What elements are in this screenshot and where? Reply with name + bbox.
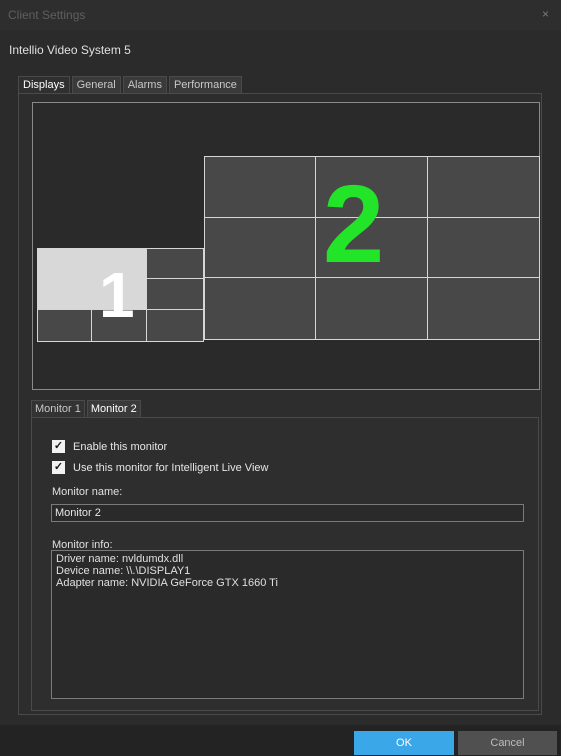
ok-button[interactable]: OK bbox=[354, 731, 454, 755]
tab-alarms[interactable]: Alarms bbox=[122, 76, 167, 93]
tab-monitor-2[interactable]: Monitor 2 bbox=[86, 400, 141, 417]
cancel-button[interactable]: Cancel bbox=[458, 731, 557, 755]
monitor-2-cell bbox=[315, 217, 429, 279]
settings-tabs: Displays General Alarms Performance bbox=[18, 76, 244, 94]
monitor-2-cell bbox=[315, 156, 429, 219]
enable-monitor-checkbox[interactable]: ✓ bbox=[52, 440, 65, 453]
monitor-tabs: Monitor 1 Monitor 2 bbox=[31, 400, 143, 418]
adapter-name-line: Adapter name: NVIDIA GeForce GTX 1660 Ti bbox=[56, 577, 278, 589]
display-arrangement: 1 2 bbox=[32, 102, 540, 390]
monitor-1-cell bbox=[146, 278, 204, 311]
monitor-1-cell bbox=[146, 248, 204, 280]
monitor-name-label: Monitor name: bbox=[52, 486, 123, 498]
monitor-2-cell bbox=[427, 217, 540, 279]
tab-displays[interactable]: Displays bbox=[18, 76, 70, 94]
tab-monitor-1[interactable]: Monitor 1 bbox=[31, 400, 85, 417]
live-view-label: Use this monitor for Intelligent Live Vi… bbox=[73, 461, 269, 474]
live-view-option[interactable]: ✓ Use this monitor for Intelligent Live … bbox=[52, 461, 268, 474]
monitor-2-cell bbox=[427, 156, 540, 219]
monitor-2-cell bbox=[204, 156, 317, 219]
driver-name-line: Driver name: nvldumdx.dll bbox=[56, 553, 184, 565]
monitor-1-cell bbox=[91, 309, 148, 342]
monitor-2-cell bbox=[204, 277, 317, 340]
monitor-info-box[interactable]: Driver name: nvldumdx.dll Device name: \… bbox=[51, 550, 524, 699]
monitor-1-bottom-row bbox=[37, 309, 148, 342]
monitor-2-cell bbox=[204, 217, 317, 279]
monitor-2-cell bbox=[315, 277, 429, 340]
enable-monitor-label: Enable this monitor bbox=[73, 440, 168, 453]
monitor-settings-panel: ✓ Enable this monitor ✓ Use this monitor… bbox=[31, 417, 539, 711]
monitor-2-preview[interactable] bbox=[204, 156, 540, 340]
monitor-1-cell bbox=[146, 309, 204, 342]
monitor-2-cell bbox=[427, 277, 540, 340]
window-title: Client Settings bbox=[8, 8, 86, 22]
monitor-1-cell bbox=[37, 309, 93, 342]
device-name-line: Device name: \\.\DISPLAY1 bbox=[56, 565, 191, 577]
monitor-1-large-cell bbox=[37, 248, 148, 311]
live-view-checkbox[interactable]: ✓ bbox=[52, 461, 65, 474]
system-name: Intellio Video System 5 bbox=[9, 43, 131, 57]
monitor-name-input[interactable] bbox=[51, 504, 524, 522]
enable-monitor-option[interactable]: ✓ Enable this monitor bbox=[52, 440, 167, 453]
title-bar: Client Settings × bbox=[0, 0, 561, 30]
monitor-1-preview[interactable] bbox=[37, 248, 204, 342]
displays-panel: 1 2 Monitor 1 Monitor 2 ✓ Enable this mo… bbox=[18, 93, 542, 715]
tab-general[interactable]: General bbox=[71, 76, 121, 93]
tab-performance[interactable]: Performance bbox=[168, 76, 242, 93]
close-icon[interactable]: × bbox=[542, 7, 549, 21]
